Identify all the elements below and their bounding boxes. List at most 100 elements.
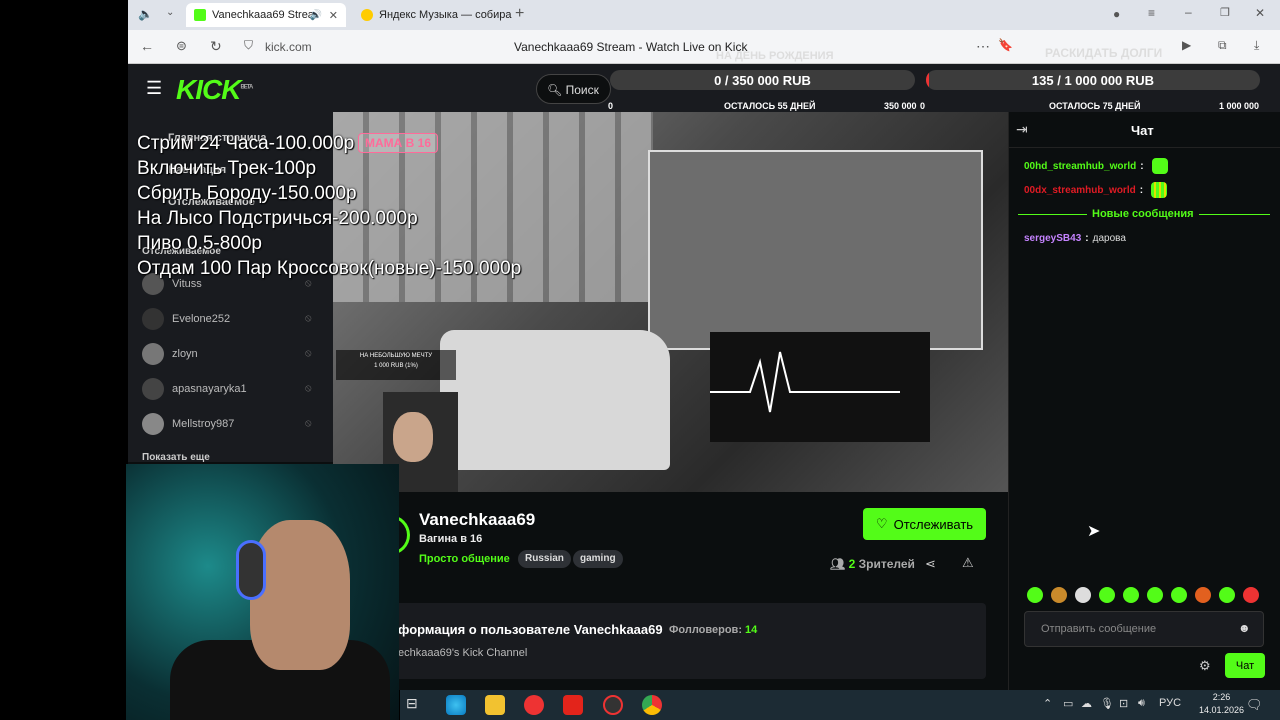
emote-icon[interactable]: [1123, 587, 1139, 603]
goal-progress-fill: [926, 70, 930, 90]
search-input[interactable]: 🔍︎ Поиск: [536, 74, 611, 104]
emote-icon[interactable]: [1051, 587, 1067, 603]
device-icon[interactable]: ▭: [1063, 697, 1073, 710]
clock-time: 2:26: [1212, 692, 1231, 702]
show-more-link[interactable]: Показать еще: [142, 452, 210, 463]
chat-send-button[interactable]: Чат: [1225, 653, 1265, 678]
price-list-item: Сбрить Бороду-150.000р: [137, 183, 357, 204]
kick-logo[interactable]: KICKBETA: [176, 74, 253, 106]
emote-icon[interactable]: [1219, 587, 1235, 603]
yandex-browser-icon[interactable]: [524, 695, 544, 715]
new-tab-icon[interactable]: +: [515, 5, 524, 23]
chat-text: дарова: [1092, 233, 1126, 244]
gear-icon[interactable]: ⚙: [1199, 658, 1211, 674]
chat-message: sergeySB43: дарова: [1024, 233, 1126, 244]
emote-icon[interactable]: [1171, 587, 1187, 603]
edge-icon[interactable]: [446, 695, 466, 715]
logo-beta: BETA: [240, 84, 253, 91]
minimize-icon[interactable]: –: [1185, 5, 1192, 19]
channel-description: echkaaa69's Kick Channel: [398, 647, 528, 659]
maximize-icon[interactable]: ❐: [1220, 6, 1230, 19]
goal-max: 1 000 000: [1219, 101, 1260, 111]
emote-icon[interactable]: [1099, 587, 1115, 603]
heart-icon: ♡: [875, 516, 888, 531]
goal-progress-bar: 135 / 1 000 000 RUB: [926, 70, 1260, 90]
followers-count: Фолловеров: 14: [669, 624, 757, 636]
notifications-icon[interactable]: 🗨︎: [1246, 697, 1263, 713]
sidebar-channel[interactable]: Evelone252: [142, 308, 230, 330]
reload-icon[interactable]: ↻: [210, 38, 222, 55]
goal-min: 0: [920, 101, 926, 111]
webcam-person-face: [250, 520, 350, 670]
collapse-chat-icon[interactable]: ⇥: [1016, 121, 1028, 138]
price-list-item: Стрим 24 Часа-100.000р: [137, 133, 355, 154]
share-icon[interactable]: ⋖: [925, 556, 936, 572]
chat-username[interactable]: sergeySB43: [1024, 233, 1081, 244]
task-view-icon[interactable]: ⊟: [406, 695, 426, 715]
collections-icon[interactable]: ⧉: [1218, 38, 1227, 53]
tab-active[interactable]: Vanechkaaa69 Strea 🔊 ✕: [186, 3, 346, 27]
tab-inactive[interactable]: Яндекс Музыка — собира: [353, 3, 513, 27]
microphone-icon[interactable]: 🎙︎: [1100, 697, 1114, 710]
extensions-icon[interactable]: ⊜: [176, 38, 187, 54]
emote-icon[interactable]: [1243, 587, 1259, 603]
chat-message: 00hd_streamhub_world:: [1024, 158, 1168, 174]
clock[interactable]: 2:26 14.01.2026: [1199, 691, 1244, 717]
network-icon[interactable]: ⊡: [1119, 697, 1128, 710]
chevron-up-icon[interactable]: ⌃: [1043, 697, 1052, 710]
close-tab-icon[interactable]: ✕: [329, 9, 338, 22]
report-icon[interactable]: ⚠: [962, 555, 974, 571]
tag-gaming[interactable]: gaming: [573, 550, 623, 568]
video-ambulance-image: [440, 330, 670, 470]
download-icon[interactable]: ⤓: [1254, 38, 1259, 53]
tag-russian[interactable]: Russian: [518, 550, 571, 568]
emote-icon[interactable]: [1195, 587, 1211, 603]
video-paramedics-image: [648, 150, 983, 350]
about-title: формация о пользователе Vanechkaaa69: [398, 622, 663, 637]
emoji-icon[interactable]: ☻: [1238, 621, 1251, 635]
video-ecg-image: [710, 332, 930, 442]
yandex-icon[interactable]: [563, 695, 583, 715]
chat-input[interactable]: Отправить сообщение: [1024, 611, 1264, 647]
follow-label: Отслеживать: [893, 516, 974, 532]
speaker-icon[interactable]: 🔈: [138, 7, 153, 21]
new-messages-label[interactable]: Новые сообщения: [1087, 208, 1199, 220]
tab-label: Vanechkaaa69 Strea: [212, 9, 314, 21]
profile-icon[interactable]: ●: [1113, 7, 1120, 21]
url-field[interactable]: kick.com: [265, 40, 312, 54]
media-icon[interactable]: ▶: [1182, 38, 1191, 52]
goal-progress-value: 0 / 350 000 RUB: [714, 72, 811, 88]
sidebar-channel[interactable]: apasnayaryka1: [142, 378, 247, 400]
chat-username[interactable]: 00dx_streamhub_world: [1024, 185, 1136, 196]
more-icon[interactable]: ⋯: [976, 38, 990, 55]
input-language[interactable]: РУС: [1159, 697, 1181, 709]
follow-button[interactable]: ♡ Отслеживать: [863, 508, 986, 540]
volume-icon[interactable]: 🔊︎: [1138, 697, 1145, 710]
channel-name[interactable]: Vanechkaaa69: [419, 510, 535, 530]
hamburger-menu-icon[interactable]: ☰: [146, 78, 162, 99]
obs-icon[interactable]: [603, 695, 623, 715]
close-window-icon[interactable]: ✕: [1255, 6, 1265, 20]
sidebar-channel[interactable]: Mellstroy987: [142, 413, 234, 435]
search-icon: 🔍︎: [547, 83, 563, 97]
channel-name: Mellstroy987: [172, 418, 235, 430]
stream-category[interactable]: Просто общение: [419, 553, 510, 565]
bookmark-icon[interactable]: 🔖: [998, 38, 1013, 52]
menu-icon[interactable]: ≡: [1148, 6, 1155, 20]
chrome-icon[interactable]: [642, 695, 662, 715]
channel-name: apasnayaryka1: [172, 383, 247, 395]
goal-remaining: ОСТАЛОСЬ 55 ДНЕЙ: [724, 101, 816, 111]
chevron-down-icon[interactable]: ⌄: [166, 7, 174, 18]
sidebar-channel[interactable]: zloyn: [142, 343, 198, 365]
viewer-count-label: Зрителей: [858, 557, 915, 571]
chat-username[interactable]: 00hd_streamhub_world: [1024, 161, 1136, 172]
emote-icon[interactable]: [1147, 587, 1163, 603]
file-explorer-icon[interactable]: [485, 695, 505, 715]
cloud-icon[interactable]: ☁: [1081, 697, 1092, 710]
shield-icon[interactable]: ⛉: [244, 38, 253, 53]
emote-icon[interactable]: [1027, 587, 1043, 603]
back-icon[interactable]: ←: [140, 38, 154, 54]
offline-icon: ⦸: [305, 348, 312, 359]
viewers-icon: 👥︎: [830, 557, 846, 571]
emote-icon[interactable]: [1075, 587, 1091, 603]
